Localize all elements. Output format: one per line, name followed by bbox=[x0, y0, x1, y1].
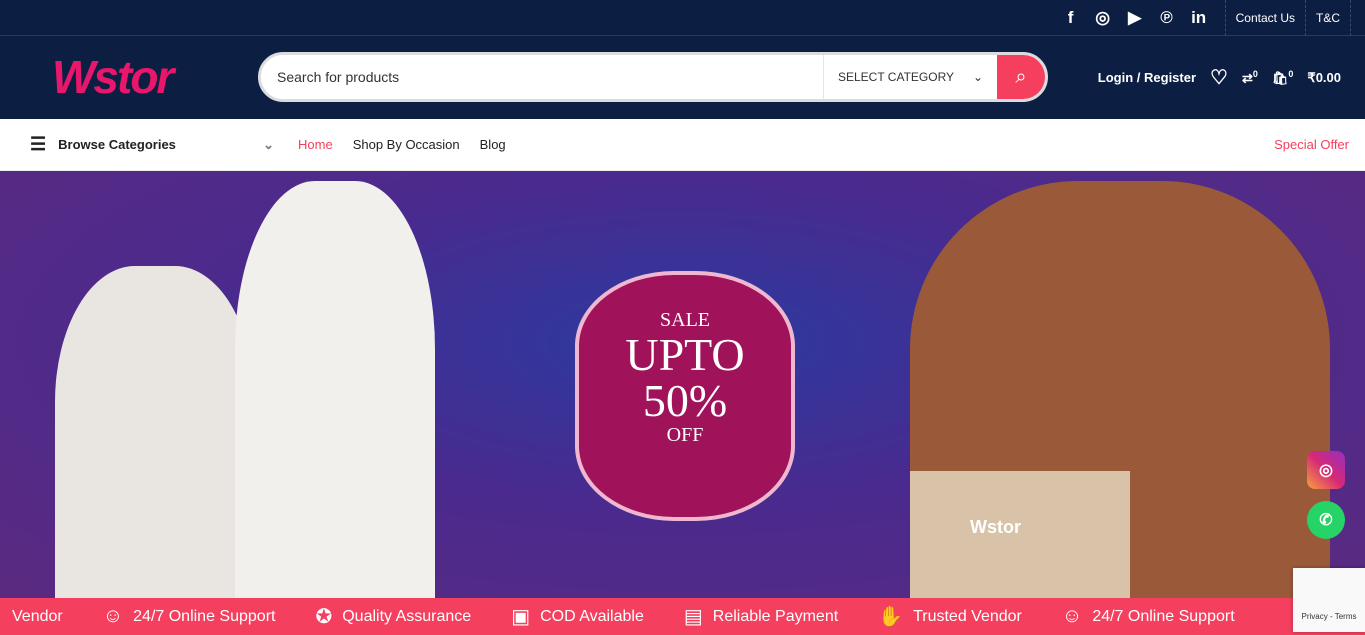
browse-categories[interactable]: ☰ Browse Categories ⌄ bbox=[0, 134, 280, 155]
contact-us-link[interactable]: Contact Us bbox=[1224, 0, 1305, 36]
instagram-float-icon[interactable]: ◎ bbox=[1307, 451, 1345, 489]
hero-model-woman-left bbox=[55, 266, 255, 598]
wishlist-icon[interactable]: ♡ bbox=[1210, 65, 1228, 90]
category-label: SELECT CATEGORY bbox=[838, 70, 955, 84]
shopping-bag: Wstor bbox=[910, 471, 1130, 598]
feature-label: COD Available bbox=[540, 607, 644, 625]
linkedin-icon[interactable]: in bbox=[1189, 8, 1209, 28]
nav-home[interactable]: Home bbox=[298, 137, 333, 152]
login-register-link[interactable]: Login / Register bbox=[1098, 70, 1196, 85]
compare-icon[interactable]: ⇄0 bbox=[1242, 69, 1258, 86]
sale-badge: SALE UPTO 50% OFF bbox=[575, 271, 795, 521]
feature-label: Trusted Vendor bbox=[913, 607, 1022, 625]
quality-icon: ✪ bbox=[315, 606, 333, 628]
social-links: f ◎ ▶ ℗ in bbox=[1061, 8, 1209, 28]
feature-label: Vendor bbox=[12, 607, 63, 625]
chevron-down-icon: ⌄ bbox=[972, 70, 983, 84]
nav-shop-by-occasion[interactable]: Shop By Occasion bbox=[353, 137, 460, 152]
feature-item: ✪ Quality Assurance bbox=[315, 604, 471, 629]
feature-label: Reliable Payment bbox=[712, 607, 839, 625]
hero-banner[interactable]: Wstor SALE UPTO 50% OFF ◎ ✆ bbox=[0, 171, 1365, 598]
upto-text: UPTO bbox=[625, 329, 745, 380]
pinterest-icon[interactable]: ℗ bbox=[1157, 8, 1177, 28]
feature-item: Vendor bbox=[12, 608, 63, 626]
search-bar: SELECT CATEGORY ⌄ ⌕ bbox=[258, 52, 1048, 102]
support-icon: ☺ bbox=[1061, 605, 1083, 627]
percent-text: 50% bbox=[642, 375, 728, 426]
whatsapp-float-icon[interactable]: ✆ bbox=[1307, 501, 1345, 539]
feature-item: ✋ Trusted Vendor bbox=[878, 604, 1022, 629]
feature-item: ▣ COD Available bbox=[511, 604, 644, 629]
support-icon: ☺ bbox=[102, 605, 124, 627]
search-icon: ⌕ bbox=[1015, 65, 1027, 88]
cart-icon[interactable]: 🛍0 bbox=[1272, 69, 1294, 86]
feature-label: 24/7 Online Support bbox=[133, 607, 276, 625]
facebook-icon[interactable]: f bbox=[1061, 8, 1081, 28]
trusted-icon: ✋ bbox=[878, 606, 904, 628]
cart-count: 0 bbox=[1288, 68, 1294, 79]
compare-count: 0 bbox=[1252, 68, 1258, 79]
main-nav: ☰ Browse Categories ⌄ Home Shop By Occas… bbox=[0, 119, 1365, 171]
browse-label: Browse Categories bbox=[58, 137, 176, 152]
hamburger-icon: ☰ bbox=[30, 134, 47, 154]
youtube-icon[interactable]: ▶ bbox=[1125, 8, 1145, 28]
special-offer-link[interactable]: Special Offer bbox=[1274, 137, 1349, 152]
terms-link[interactable]: T&C bbox=[1305, 0, 1351, 36]
recaptcha-badge[interactable]: Privacy - Terms bbox=[1293, 568, 1365, 632]
logo[interactable]: Wstor bbox=[52, 50, 174, 104]
search-input[interactable] bbox=[261, 55, 823, 99]
header: Wstor SELECT CATEGORY ⌄ ⌕ Login / Registe… bbox=[0, 36, 1365, 119]
instagram-icon[interactable]: ◎ bbox=[1093, 8, 1113, 28]
search-button[interactable]: ⌕ bbox=[997, 55, 1045, 99]
feature-label: Quality Assurance bbox=[342, 607, 472, 625]
chevron-down-icon: ⌄ bbox=[263, 136, 274, 152]
feature-item: ☺ 24/7 Online Support bbox=[1062, 605, 1235, 628]
cod-icon: ▣ bbox=[511, 606, 531, 628]
category-select[interactable]: SELECT CATEGORY ⌄ bbox=[823, 55, 997, 99]
cart-total[interactable]: ₹0.00 bbox=[1307, 70, 1341, 86]
features-strip: Vendor ☺ 24/7 Online Support ✪ Quality Ass… bbox=[0, 598, 1365, 635]
feature-label: 24/7 Online Support bbox=[1092, 607, 1235, 625]
payment-icon: ▤ bbox=[683, 606, 703, 628]
nav-blog[interactable]: Blog bbox=[480, 137, 506, 152]
recaptcha-terms[interactable]: Privacy - Terms bbox=[1302, 612, 1357, 621]
off-text: OFF bbox=[666, 424, 704, 446]
feature-item: ☺ 24/7 Online Support bbox=[103, 605, 276, 628]
hero-model-man-left bbox=[235, 181, 435, 598]
top-bar: f ◎ ▶ ℗ in Contact Us T&C bbox=[0, 0, 1365, 36]
feature-item: ▤ Reliable Payment bbox=[684, 604, 838, 629]
